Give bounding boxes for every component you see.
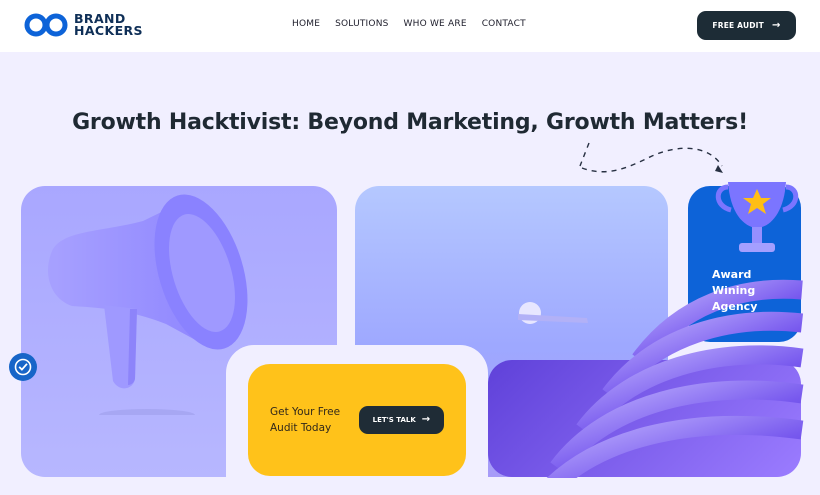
free-audit-card-text: Get Your Free Audit Today	[270, 406, 341, 434]
brand-wordmark: BRAND HACKERS	[74, 12, 143, 38]
free-audit-label: FREE AUDIT	[712, 21, 764, 30]
award-panel	[688, 186, 801, 342]
nav-solutions[interactable]: SOLUTIONS	[335, 19, 388, 29]
infinity-logo-icon	[24, 13, 68, 37]
nav-home[interactable]: HOME	[292, 19, 320, 29]
arrow-right-icon: →	[421, 414, 431, 425]
right-cutout	[668, 342, 820, 360]
brand-logo[interactable]: BRAND HACKERS	[24, 12, 143, 38]
lets-talk-label: LET'S TALK	[372, 416, 416, 424]
free-audit-card: Get Your Free Audit Today LET'S TALK →	[248, 364, 466, 476]
accessibility-button[interactable]	[9, 353, 37, 381]
hero-title: Growth Hacktivist: Beyond Marketing, Gro…	[72, 110, 748, 135]
main-nav: HOME SOLUTIONS WHO WE ARE CONTACT	[292, 19, 526, 29]
site-header: BRAND HACKERS HOME SOLUTIONS WHO WE ARE …	[0, 0, 820, 52]
lets-talk-button[interactable]: LET'S TALK →	[358, 406, 444, 434]
arrow-right-icon: →	[771, 19, 781, 31]
accessibility-icon	[14, 358, 32, 376]
free-audit-button[interactable]: FREE AUDIT →	[697, 11, 796, 40]
nav-who-we-are[interactable]: WHO WE ARE	[404, 19, 467, 29]
brand-line-two: HACKERS	[74, 23, 143, 38]
nav-contact[interactable]: CONTACT	[482, 19, 526, 29]
ring-art-panel	[488, 360, 801, 477]
award-text: Award Wining Agency	[712, 268, 758, 313]
